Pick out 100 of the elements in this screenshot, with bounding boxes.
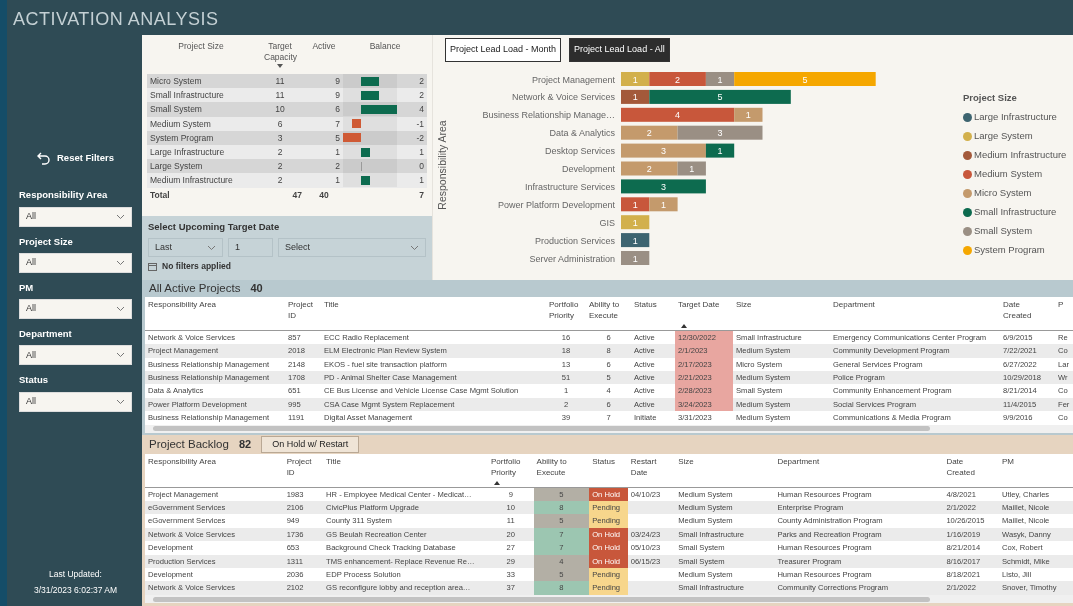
table-cell: 11 [255,74,305,89]
column-header[interactable]: Title [326,456,341,467]
table-cell: 0 [410,159,427,174]
last-updated-label: Last Updated: [48,568,103,581]
bar-segment [649,196,678,211]
table-cell: 7 [410,187,427,202]
column-header[interactable]: Responsibility Area [148,299,217,311]
category-label: GIS [599,217,615,228]
data-label: 1 [632,199,638,210]
chevron-down-icon [116,259,125,266]
data-label: 1 [632,217,638,228]
undo-icon [37,151,51,165]
category-label: Network & Voice Services [511,91,615,102]
count-label: 82 [238,437,252,453]
data-label: 3 [660,181,666,192]
column-header[interactable]: Size [678,456,694,467]
table-cell: 2 [410,88,427,103]
period-dropdown[interactable]: Last [148,238,223,258]
column-header[interactable]: Balance [369,41,401,52]
tab-button[interactable]: Project Lead Load - Month [445,38,562,62]
calendar-icon [148,261,158,272]
column-header[interactable]: Portfolio Priority [491,456,531,478]
column-header[interactable]: Ability to Execute [589,299,628,322]
table-cell: 10 [255,102,305,117]
category-label: Power Platform Development [497,199,615,210]
category-label: Desktop Services [544,145,615,156]
column-header[interactable]: Active [312,41,336,52]
legend-label: Medium System [974,167,1043,182]
category-label: Data & Analytics [549,127,615,138]
column-header[interactable]: Responsibility Area [148,456,217,467]
table-cell: Small System [147,102,255,117]
column-header[interactable]: Date Created [946,456,987,478]
data-label: 1 [632,74,638,84]
data-label: 1 [717,74,723,84]
column-header[interactable]: Date Created [1003,299,1043,322]
data-label: 1 [632,253,638,263]
legend-label: Large Infrastructure [974,110,1057,125]
section-title: All Active Projects [149,281,241,296]
column-header[interactable]: Title [324,299,339,311]
category-label: Development [561,163,615,174]
filter-button[interactable]: On Hold w/ Restart [261,435,360,454]
table-cell: 2 [255,173,305,188]
column-header[interactable]: Ability to Execute [536,456,577,478]
filter-dropdown[interactable]: All [19,252,132,273]
column-header[interactable]: Size [736,299,752,311]
column-header[interactable]: P [1058,299,1064,311]
filter-dropdown[interactable]: All [19,299,132,319]
column-header[interactable]: Project Size [178,41,224,52]
table-cell: 40 [305,187,343,202]
chevron-down-icon [116,306,125,312]
data-label: 5 [717,91,723,102]
column-header[interactable]: Target Capacity [264,41,296,63]
data-label: 3 [717,127,723,138]
data-label: 1 [660,199,666,210]
tab-button[interactable]: Project Lead Load - All [569,38,670,62]
filter-title: Select Upcoming Target Date [148,220,281,234]
filter-dropdown[interactable]: All [19,345,132,366]
legend-label: Large System [974,129,1033,144]
filter-dropdown[interactable]: All [19,391,132,412]
table-cell: 2 [410,74,427,89]
column-header[interactable]: PM [1002,456,1015,467]
data-label: 1 [632,91,638,102]
category-label: Infrastructure Services [524,181,615,192]
chevron-down-icon [116,213,125,220]
table-cell: Micro System [147,74,255,89]
section-title: Project Backlog [149,436,229,452]
table-cell: Small Infrastructure [147,88,255,103]
chevron-down-icon [207,244,216,251]
column-header[interactable]: Target Date [678,299,720,311]
data-label: 1 [717,145,723,156]
table-cell: Large System [147,159,255,174]
count-field[interactable]: 1 [228,238,273,258]
filter-label: Department [19,327,73,341]
legend-title: Project Size [963,90,1018,105]
column-header[interactable]: Status [592,456,615,467]
table-cell: 6 [305,102,343,117]
horizontal-scrollbar[interactable] [145,595,1073,603]
column-header[interactable]: Status [634,299,657,311]
filter-label: Project Size [19,234,74,249]
data-label: 5 [802,74,808,84]
filter-label: PM [19,280,35,295]
reset-filters-button[interactable]: Reset Filters [19,150,132,167]
category-label: Production Services [534,235,615,246]
legend-label: Small System [974,224,1033,239]
column-header[interactable]: Restart Date [630,456,671,478]
column-header[interactable]: Department [777,456,820,467]
filter-dropdown[interactable]: All [19,206,132,227]
table-cell: Medium Infrastructure [147,173,255,188]
dashboard-title: ACTIVATION ANALYSIS [12,8,220,31]
category-label: Project Management [531,74,615,84]
column-header[interactable]: Portfolio Priority [549,299,583,322]
table-cell: 2 [255,159,305,174]
legend-label: Medium Infrastructure [974,148,1067,163]
table-cell: 9 [305,74,343,89]
horizontal-scrollbar[interactable] [145,424,1073,433]
category-label: Business Relationship Manage… [482,109,615,120]
table-cell: 47 [255,187,305,202]
column-header[interactable]: Department [833,299,875,311]
chevron-down-icon [410,244,419,251]
unit-dropdown[interactable]: Select [278,238,426,258]
